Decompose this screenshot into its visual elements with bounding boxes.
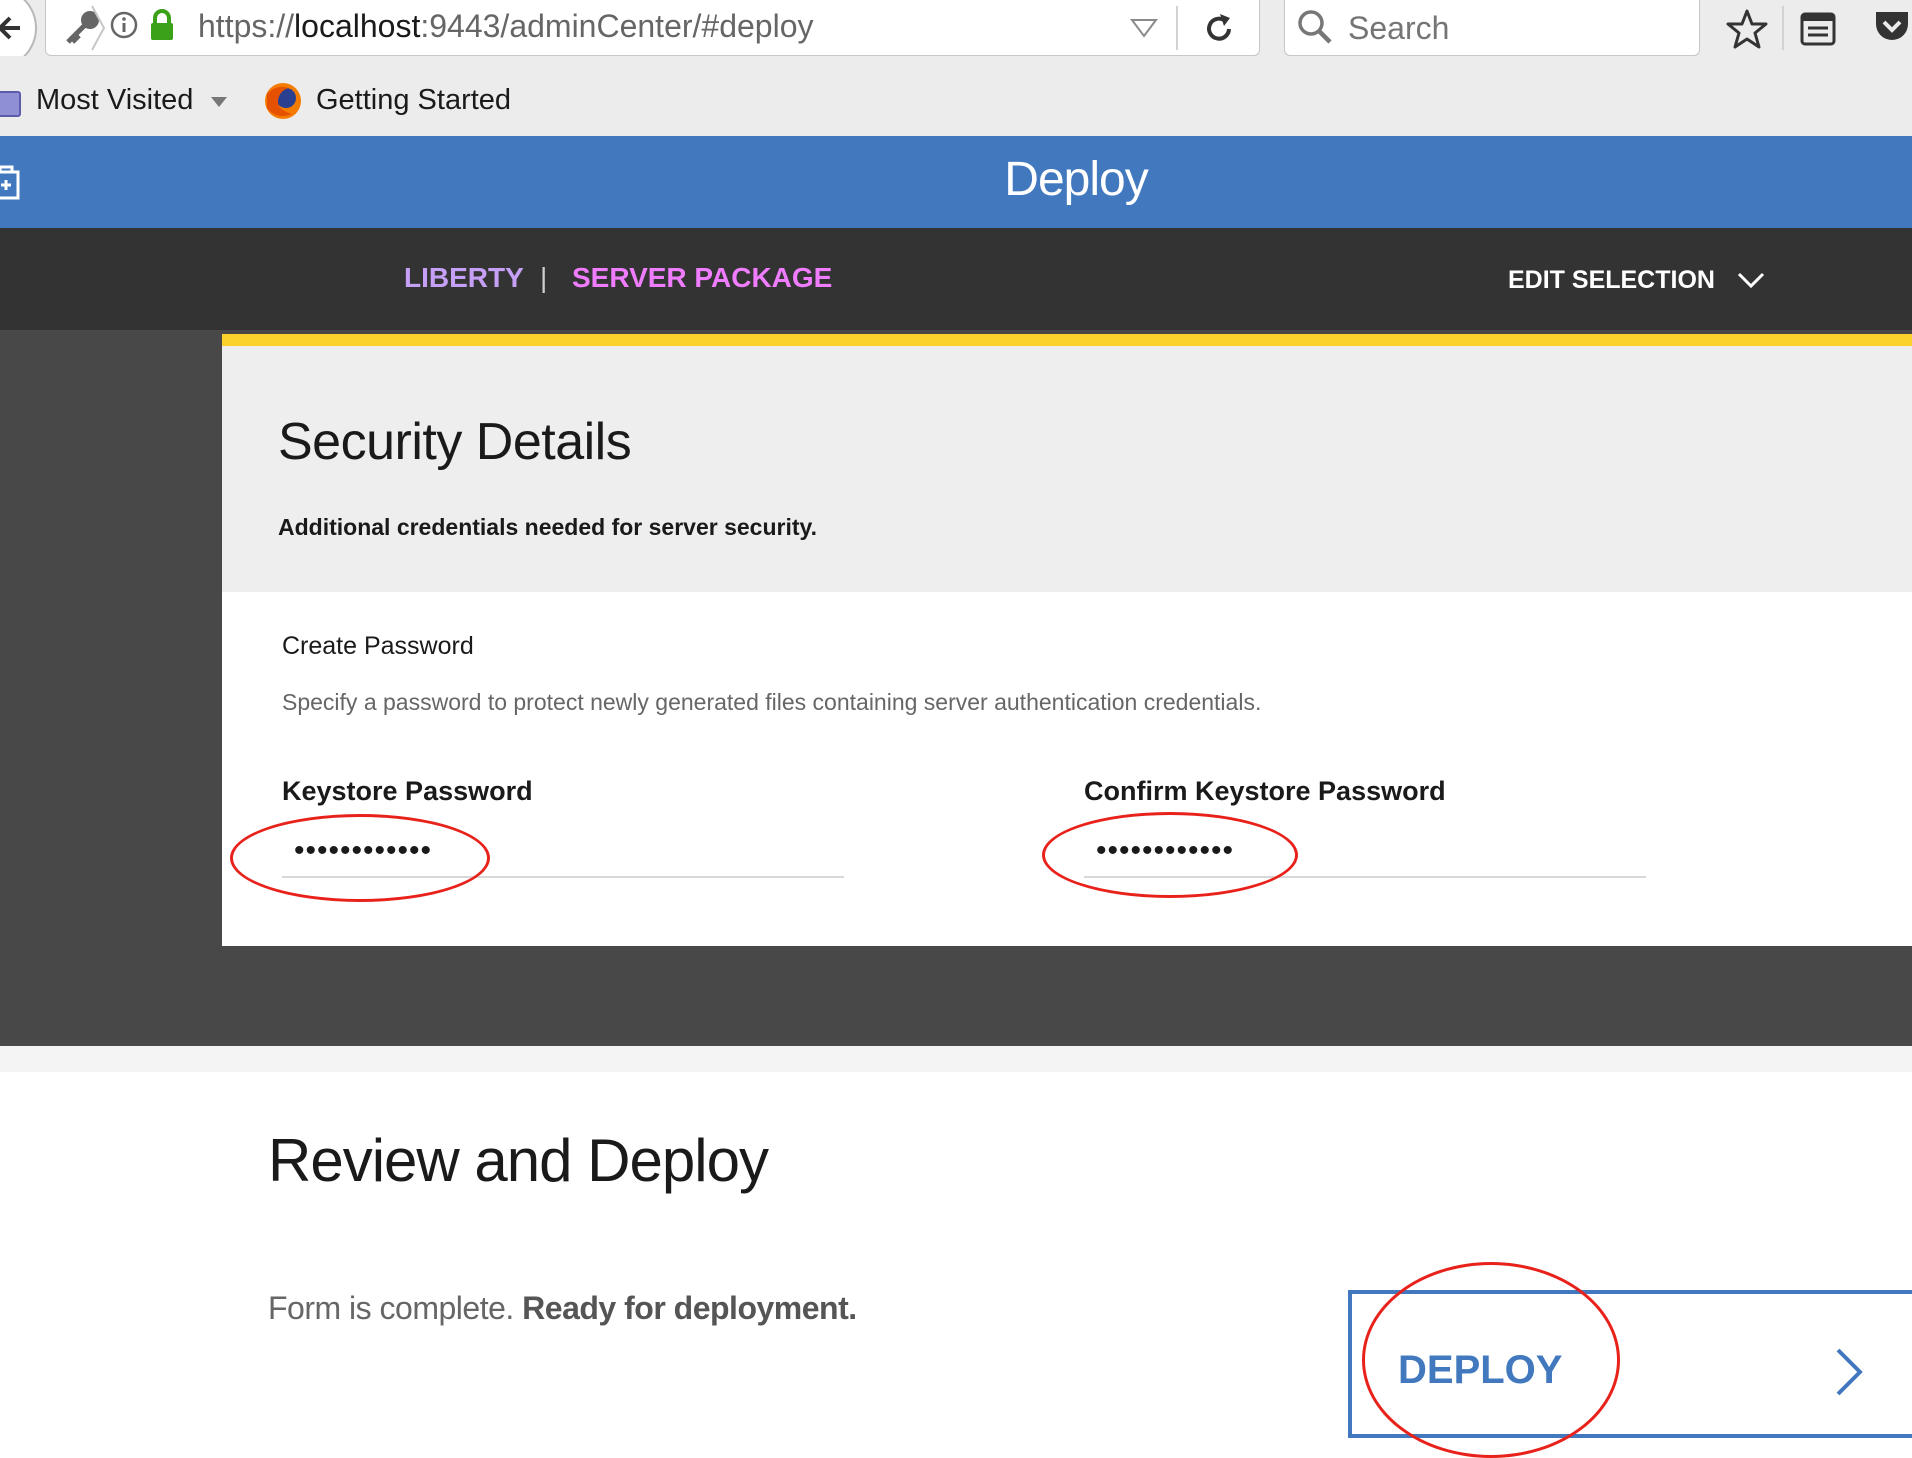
search-icon [1298,10,1332,44]
toolbar-separator [1782,6,1784,50]
chevron-right-icon [91,5,106,51]
chevron-right-icon[interactable] [1834,1346,1864,1398]
review-status: Form is complete. Ready for deployment. [268,1290,857,1327]
url-text[interactable]: https://localhost:9443/adminCenter/#depl… [198,8,814,45]
nav-server-package-link[interactable]: SERVER PACKAGE [572,262,832,294]
card-accent-bar [222,334,1912,346]
search-box[interactable] [1284,0,1700,56]
confirm-keystore-password-label: Confirm Keystore Password [1084,776,1446,806]
bookmark-most-visited[interactable]: Most Visited [36,84,193,117]
chevron-down-icon[interactable] [210,96,228,108]
edit-selection-button[interactable]: EDIT SELECTION [1508,266,1715,295]
info-icon[interactable] [109,10,139,40]
back-arrow-icon[interactable] [0,0,48,56]
reload-icon[interactable] [1202,12,1236,46]
url-separator [1176,6,1178,50]
annotation-circle [1042,812,1298,898]
section-subtitle: Additional credentials needed for server… [278,514,817,540]
chevron-down-icon[interactable] [1736,270,1766,292]
review-status-bold: Ready for deployment. [522,1290,857,1326]
annotation-circle [1362,1262,1620,1458]
folder-icon [0,91,21,117]
bookmark-getting-started[interactable]: Getting Started [316,84,511,117]
annotation-circle [230,814,490,902]
section-divider [0,1046,1912,1072]
nav-separator: | [540,262,548,293]
section-title: Security Details [278,413,632,471]
pocket-icon[interactable] [1872,6,1912,46]
nav-liberty-link[interactable]: LIBERTY [404,262,524,294]
review-title: Review and Deploy [268,1127,769,1194]
password-heading: Create Password [282,632,474,660]
search-input[interactable]: Search [1348,10,1449,47]
dropdown-triangle-icon[interactable] [1130,18,1158,38]
password-description: Specify a password to protect newly gene… [282,689,1262,715]
star-bookmark-icon[interactable] [1726,8,1768,50]
firefox-icon [265,83,301,119]
page-title: Deploy [1004,153,1148,206]
lock-icon[interactable] [148,8,176,42]
review-status-plain: Form is complete. [268,1290,523,1326]
reading-list-icon[interactable] [1798,8,1838,48]
keystore-password-label: Keystore Password [282,776,533,806]
